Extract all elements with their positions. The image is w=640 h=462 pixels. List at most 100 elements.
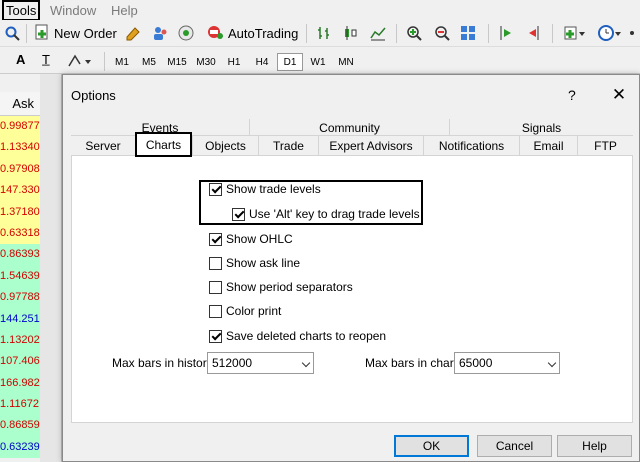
timeframe-m1[interactable]: M1 xyxy=(109,53,135,71)
new-order-button[interactable]: New Order xyxy=(34,23,117,44)
menu-window[interactable]: Window xyxy=(50,3,96,18)
market-watch-row[interactable]: 147.330 xyxy=(0,180,40,202)
market-watch-row[interactable]: 0.99877 xyxy=(0,116,40,138)
timeframe-h4[interactable]: H4 xyxy=(249,53,275,71)
timeframe-mn[interactable]: MN xyxy=(333,53,359,71)
pencil-icon[interactable] xyxy=(125,25,141,41)
menu-bar: Tools Window Help xyxy=(0,0,640,21)
tab-trade[interactable]: Trade xyxy=(258,136,318,155)
autotrading-icon xyxy=(206,24,224,43)
ask-column-header[interactable]: Ask xyxy=(12,96,34,111)
chevron-down-icon xyxy=(301,358,311,368)
clock-icon[interactable] xyxy=(598,25,621,41)
tab-row: Server Charts Objects Trade Expert Advis… xyxy=(71,132,633,157)
checkbox-box[interactable] xyxy=(209,280,222,294)
zoom-in-icon[interactable] xyxy=(406,25,422,41)
close-icon[interactable]: ✕ xyxy=(609,85,629,105)
checkbox-label: Show ask line xyxy=(226,256,301,270)
tab-charts[interactable]: Charts xyxy=(135,132,192,157)
max-bars-history-select[interactable]: 512000 xyxy=(207,352,314,374)
text-label-tool-icon[interactable]: T̲ xyxy=(42,52,58,68)
menu-help[interactable]: Help xyxy=(111,3,138,18)
tab-strip: Events Community Signals Server Charts O… xyxy=(71,119,633,157)
timeframe-m5[interactable]: M5 xyxy=(136,53,162,71)
market-watch-row[interactable]: 1.54639 xyxy=(0,265,40,288)
chevron-down-icon xyxy=(547,358,557,368)
arrows-tool-icon[interactable] xyxy=(66,53,94,69)
color-print-checkbox[interactable]: Color print xyxy=(209,304,281,318)
new-order-label: New Order xyxy=(54,26,117,41)
toolbar-separator xyxy=(552,24,553,43)
cancel-button[interactable]: Cancel xyxy=(477,435,552,457)
market-watch-row[interactable]: 144.251 xyxy=(0,308,40,330)
checkbox-label: Use 'Alt' key to drag trade levels xyxy=(249,207,420,221)
market-watch-row[interactable]: 1.13202 xyxy=(0,329,40,352)
toolbar-separator xyxy=(396,24,397,43)
tab-group-community: Community xyxy=(249,119,449,136)
zoom-chart-icon[interactable] xyxy=(4,25,20,41)
save-deleted-charts-checkbox[interactable]: Save deleted charts to reopen xyxy=(209,329,386,343)
tab-expert-advisors[interactable]: Expert Advisors xyxy=(318,136,423,155)
signal-icon[interactable] xyxy=(178,25,194,41)
ok-button[interactable]: OK xyxy=(394,435,469,457)
tab-server[interactable]: Server xyxy=(71,136,135,155)
market-watch-column-strip xyxy=(40,74,62,462)
menu-tools[interactable]: Tools xyxy=(2,0,41,21)
indicators-icon[interactable] xyxy=(564,25,585,41)
market-watch-row[interactable]: 1.13340 xyxy=(0,137,40,159)
tab-ftp[interactable]: FTP xyxy=(577,136,633,155)
tab-objects[interactable]: Objects xyxy=(192,136,258,155)
show-ohlc-checkbox[interactable]: Show OHLC xyxy=(209,232,293,246)
tab-email[interactable]: Email xyxy=(519,136,577,155)
timeframe-h1[interactable]: H1 xyxy=(221,53,247,71)
line-chart-icon[interactable] xyxy=(370,25,386,41)
market-watch-row[interactable]: 107.406 xyxy=(0,351,40,373)
tile-windows-icon[interactable] xyxy=(460,25,476,41)
help-button[interactable]: Help xyxy=(557,435,632,457)
max-bars-history-value: 512000 xyxy=(212,356,253,370)
market-watch-row[interactable]: 1.11672 xyxy=(0,394,40,416)
market-watch-row[interactable]: 0.63239 xyxy=(0,436,40,459)
market-watch-row[interactable]: 0.86393 xyxy=(0,244,40,266)
checkbox-box[interactable] xyxy=(232,207,245,221)
max-bars-chart-select[interactable]: 65000 xyxy=(454,352,560,374)
autotrading-label: AutoTrading xyxy=(228,26,299,41)
timeframe-m15[interactable]: M15 xyxy=(164,53,190,71)
users-icon[interactable] xyxy=(152,25,168,41)
show-trade-levels-checkbox[interactable]: Show trade levels xyxy=(209,182,321,196)
toolbar-separator xyxy=(26,24,27,43)
tab-notifications[interactable]: Notifications xyxy=(423,136,519,155)
timeframe-m30[interactable]: M30 xyxy=(193,53,219,71)
toolbar-overflow-icon[interactable] xyxy=(628,25,640,41)
checkbox-label: Color print xyxy=(226,304,282,318)
checkbox-box[interactable] xyxy=(209,232,222,246)
checkbox-label: Show period separators xyxy=(226,280,353,294)
checkbox-box[interactable] xyxy=(209,182,222,196)
market-watch-row[interactable]: 0.97908 xyxy=(0,158,40,181)
market-watch-row[interactable]: 0.97788 xyxy=(0,287,40,309)
market-watch-row[interactable]: 166.982 xyxy=(0,372,40,395)
checkbox-box[interactable] xyxy=(209,256,222,270)
checkbox-box[interactable] xyxy=(209,304,222,318)
bar-chart-icon[interactable] xyxy=(316,25,332,41)
max-bars-history-label: Max bars in history: xyxy=(112,356,217,370)
show-period-separators-checkbox[interactable]: Show period separators xyxy=(209,280,353,294)
timeframe-d1[interactable]: D1 xyxy=(277,53,303,71)
tab-group-signals: Signals xyxy=(449,119,633,136)
text-tool-icon[interactable]: A xyxy=(16,52,32,68)
autoscroll-icon[interactable] xyxy=(526,25,542,41)
market-watch-row[interactable]: 1.37180 xyxy=(0,201,40,223)
chart-shift-icon[interactable] xyxy=(498,25,514,41)
market-watch-header: Ask xyxy=(0,92,40,116)
market-watch-row[interactable]: 0.63318 xyxy=(0,222,40,245)
show-ask-line-checkbox[interactable]: Show ask line xyxy=(209,256,300,270)
timeframe-w1[interactable]: W1 xyxy=(305,53,331,71)
autotrading-button[interactable]: AutoTrading xyxy=(206,23,298,44)
checkbox-box[interactable] xyxy=(209,329,222,343)
dialog-title: Options xyxy=(71,88,116,103)
zoom-out-icon[interactable] xyxy=(434,25,450,41)
help-question-icon[interactable]: ? xyxy=(568,87,576,103)
use-alt-key-checkbox[interactable]: Use 'Alt' key to drag trade levels xyxy=(232,207,420,221)
market-watch-row[interactable]: 0.86859 xyxy=(0,415,40,437)
candlestick-icon[interactable] xyxy=(342,25,358,41)
